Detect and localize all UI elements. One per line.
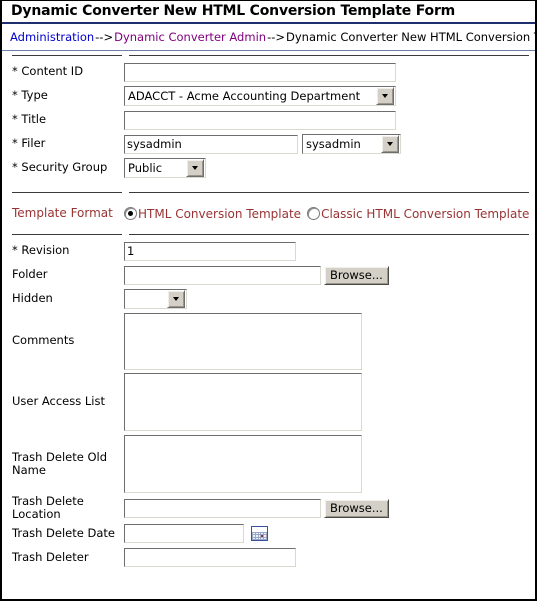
label-template-format: Template Format bbox=[12, 205, 113, 220]
filer-select[interactable]: sysadmin bbox=[302, 134, 401, 154]
type-select[interactable]: ADACCT - Acme Accounting Department bbox=[124, 86, 396, 106]
label-trash-deleter: Trash Deleter bbox=[12, 549, 89, 564]
label-hidden: Hidden bbox=[12, 291, 53, 306]
label-filer: * Filer bbox=[12, 136, 46, 151]
radio-html-conversion-template[interactable] bbox=[124, 207, 137, 220]
security-group-select[interactable]: Public bbox=[124, 158, 206, 178]
field-row-type: * Type ADACCT - Acme Accounting Departme… bbox=[2, 84, 535, 108]
revision-input[interactable] bbox=[124, 241, 296, 261]
folder-browse-button[interactable]: Browse... bbox=[324, 265, 389, 285]
page-container: Dynamic Converter New HTML Conversion Te… bbox=[0, 0, 537, 601]
field-row-title: * Title bbox=[2, 108, 535, 132]
field-row-trash-delete-old-name: Trash Delete Old Name bbox=[2, 433, 535, 495]
field-row-trash-delete-location: Trash Delete Location Browse... bbox=[2, 494, 535, 522]
label-trash-delete-location: Trash Delete Location bbox=[12, 494, 84, 522]
label-trash-delete-date: Trash Delete Date bbox=[12, 525, 115, 540]
radio-label-html-conversion-template: HTML Conversion Template bbox=[138, 206, 302, 221]
radio-label-classic-html-conversion-template: Classic HTML Conversion Template bbox=[321, 206, 530, 221]
trash-delete-location-input[interactable] bbox=[124, 498, 321, 518]
radio-classic-html-conversion-template[interactable] bbox=[307, 207, 321, 220]
user-access-list-textarea[interactable] bbox=[124, 373, 362, 431]
label-title: * Title bbox=[12, 112, 47, 127]
comments-textarea[interactable] bbox=[124, 312, 362, 370]
label-user-access-list: User Access List bbox=[12, 394, 105, 409]
trash-delete-date-input[interactable] bbox=[124, 523, 244, 543]
security-group-select-value: Public bbox=[128, 161, 163, 175]
label-folder: Folder bbox=[12, 267, 48, 282]
breadcrumb-current: Dynamic Converter New HTML Conversion Te… bbox=[286, 30, 535, 44]
field-row-comments: Comments bbox=[2, 311, 535, 371]
field-row-revision: * Revision bbox=[2, 239, 535, 263]
field-row-hidden: Hidden bbox=[2, 287, 535, 311]
breadcrumb-link-dynamic-converter-admin[interactable]: Dynamic Converter Admin bbox=[114, 30, 266, 44]
filer-select-value: sysadmin bbox=[306, 137, 361, 151]
metadata-form: * Content ID * Type ADACCT - Acme Accoun… bbox=[2, 51, 535, 569]
label-comments: Comments bbox=[12, 333, 75, 348]
breadcrumb-separator-2: --> bbox=[267, 30, 285, 44]
trash-deleter-input[interactable] bbox=[124, 547, 296, 567]
field-row-template-format: Template Format HTML Conversion Template… bbox=[2, 197, 535, 230]
field-row-filer: * Filer sysadmin bbox=[2, 132, 535, 156]
content-id-input[interactable] bbox=[124, 62, 396, 82]
field-row-trash-delete-date: Trash Delete Date bbox=[2, 521, 535, 545]
field-row-user-access-list: User Access List bbox=[2, 371, 535, 433]
label-type: * Type bbox=[12, 88, 48, 103]
label-security-group: * Security Group bbox=[12, 160, 108, 175]
label-revision: * Revision bbox=[12, 243, 70, 258]
label-content-id: * Content ID bbox=[12, 64, 84, 79]
chevron-down-icon[interactable] bbox=[167, 290, 185, 308]
field-row-security-group: * Security Group Public bbox=[2, 156, 535, 180]
chevron-down-icon[interactable] bbox=[186, 159, 204, 177]
folder-input[interactable] bbox=[124, 265, 321, 285]
section-divider-template-format-bottom bbox=[2, 230, 535, 239]
page-title: Dynamic Converter New HTML Conversion Te… bbox=[11, 3, 456, 19]
field-row-folder: Folder Browse... bbox=[2, 263, 535, 287]
calendar-icon[interactable] bbox=[251, 525, 268, 541]
filer-input[interactable] bbox=[124, 134, 298, 154]
trash-delete-location-browse-button[interactable]: Browse... bbox=[324, 498, 389, 518]
section-divider-top bbox=[2, 51, 535, 60]
breadcrumb: Administration-->Dynamic Converter Admin… bbox=[2, 24, 535, 51]
field-row-trash-deleter: Trash Deleter bbox=[2, 545, 535, 569]
field-row-content-id: * Content ID bbox=[2, 60, 535, 84]
title-input[interactable] bbox=[124, 110, 396, 130]
type-select-value: ADACCT - Acme Accounting Department bbox=[128, 89, 361, 103]
trash-delete-old-name-textarea[interactable] bbox=[124, 435, 362, 493]
breadcrumb-separator-1: --> bbox=[95, 30, 114, 44]
template-format-radio-group: HTML Conversion Template Classic HTML Co… bbox=[124, 207, 535, 221]
label-trash-delete-old-name: Trash Delete Old Name bbox=[12, 449, 108, 477]
breadcrumb-link-administration[interactable]: Administration bbox=[10, 30, 94, 44]
hidden-select[interactable] bbox=[124, 289, 187, 309]
chevron-down-icon[interactable] bbox=[376, 87, 394, 105]
page-title-bar: Dynamic Converter New HTML Conversion Te… bbox=[2, 1, 535, 24]
section-divider-template-format-top bbox=[2, 188, 535, 197]
chevron-down-icon[interactable] bbox=[381, 135, 399, 153]
